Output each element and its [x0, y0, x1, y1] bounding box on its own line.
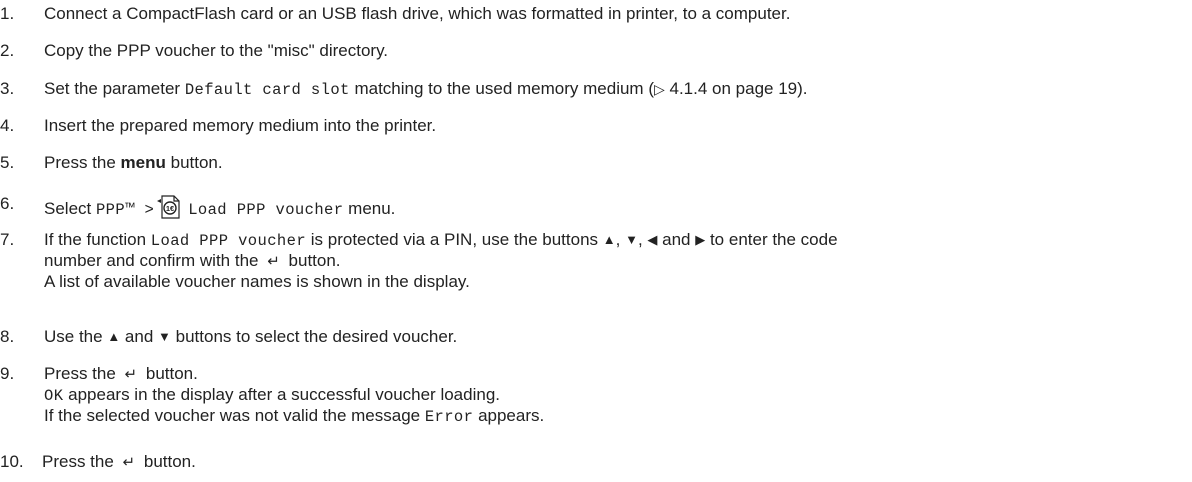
- step-number: 8.: [0, 327, 15, 346]
- text: to enter the code: [705, 230, 838, 249]
- text: is protected via a PIN, use the buttons: [306, 230, 603, 249]
- cross-reference: 4.1.4 on page 19).: [664, 79, 808, 98]
- step-text: Connect a CompactFlash card or an USB fl…: [44, 4, 791, 23]
- text: Select: [44, 199, 96, 218]
- text: If the function: [44, 230, 151, 249]
- success-note: OK appears in the display after a succes…: [44, 385, 1190, 406]
- step-text: Select PPP™ > 1€ Load PPP voucher menu.: [44, 194, 1190, 225]
- text: button.: [143, 452, 196, 471]
- step-number: 9.: [0, 364, 15, 383]
- voucher-icon-label: 1€: [166, 204, 175, 213]
- text: If the selected voucher was not valid th…: [44, 406, 425, 425]
- text: Press the: [44, 364, 116, 383]
- text: number and confirm with the: [44, 251, 259, 270]
- text: buttons to select the desired voucher.: [175, 327, 458, 346]
- left-arrow-icon: ◀: [647, 232, 658, 247]
- step-text: Press the ↵ button.: [42, 452, 1188, 473]
- text: Set the parameter: [44, 79, 185, 98]
- step-number: 3.: [0, 79, 15, 98]
- error-note: If the selected voucher was not valid th…: [44, 406, 1190, 427]
- text: matching to the used memory medium (: [349, 79, 654, 98]
- text: appears in the display after a successfu…: [63, 385, 500, 404]
- right-arrow-icon: ▶: [695, 232, 706, 247]
- text: button.: [145, 364, 198, 383]
- result-note: A list of available voucher names is sho…: [44, 272, 470, 291]
- enter-icon: ↵: [122, 454, 136, 471]
- ok-message: OK: [44, 387, 64, 405]
- step-text: Set the parameter Default card slot matc…: [44, 79, 1190, 100]
- step-text: Copy the PPP voucher to the "misc" direc…: [44, 41, 389, 60]
- menu-path: PPP™ >: [95, 201, 155, 219]
- text: button.: [165, 153, 223, 172]
- step-number: 7.: [0, 230, 15, 249]
- text: Use the: [44, 327, 108, 346]
- error-message: Error: [424, 408, 474, 426]
- text: appears.: [473, 406, 545, 425]
- down-arrow-icon: ▼: [625, 232, 638, 247]
- parameter-name: Default card slot: [184, 81, 350, 99]
- function-name: Load PPP voucher: [150, 232, 307, 250]
- step-number: 2.: [0, 41, 15, 60]
- text: Press the: [42, 452, 114, 471]
- menu-button-label: menu: [120, 153, 166, 172]
- step-text: Use the ▲ and ▼ buttons to select the de…: [44, 327, 1190, 347]
- down-arrow-icon: ▼: [158, 329, 171, 344]
- step-text: Press the menu button.: [44, 153, 1190, 173]
- step-number: 5.: [0, 153, 15, 172]
- step-number: 6.: [0, 194, 15, 213]
- cross-reference-arrow-icon: ▷: [653, 81, 665, 97]
- text: Press the: [44, 153, 121, 172]
- text: and: [657, 230, 696, 249]
- step-text: If the function Load PPP voucher is prot…: [44, 230, 1190, 292]
- up-arrow-icon: ▲: [107, 329, 121, 344]
- voucher-icon: 1€: [156, 194, 186, 225]
- step-number: 1.: [0, 4, 15, 23]
- step-number: 10.: [0, 452, 24, 471]
- up-arrow-icon: ▲: [602, 232, 616, 247]
- text: button.: [288, 251, 341, 270]
- enter-icon: ↵: [267, 253, 280, 270]
- step-number: 4.: [0, 116, 15, 135]
- enter-icon: ↵: [124, 366, 138, 383]
- text: and: [124, 327, 154, 346]
- step-text: Press the ↵ button. OK appears in the dis…: [44, 364, 1190, 427]
- text: menu.: [343, 199, 396, 218]
- step-text: Insert the prepared memory medium into t…: [44, 116, 437, 135]
- menu-item-name: Load PPP voucher: [188, 201, 344, 219]
